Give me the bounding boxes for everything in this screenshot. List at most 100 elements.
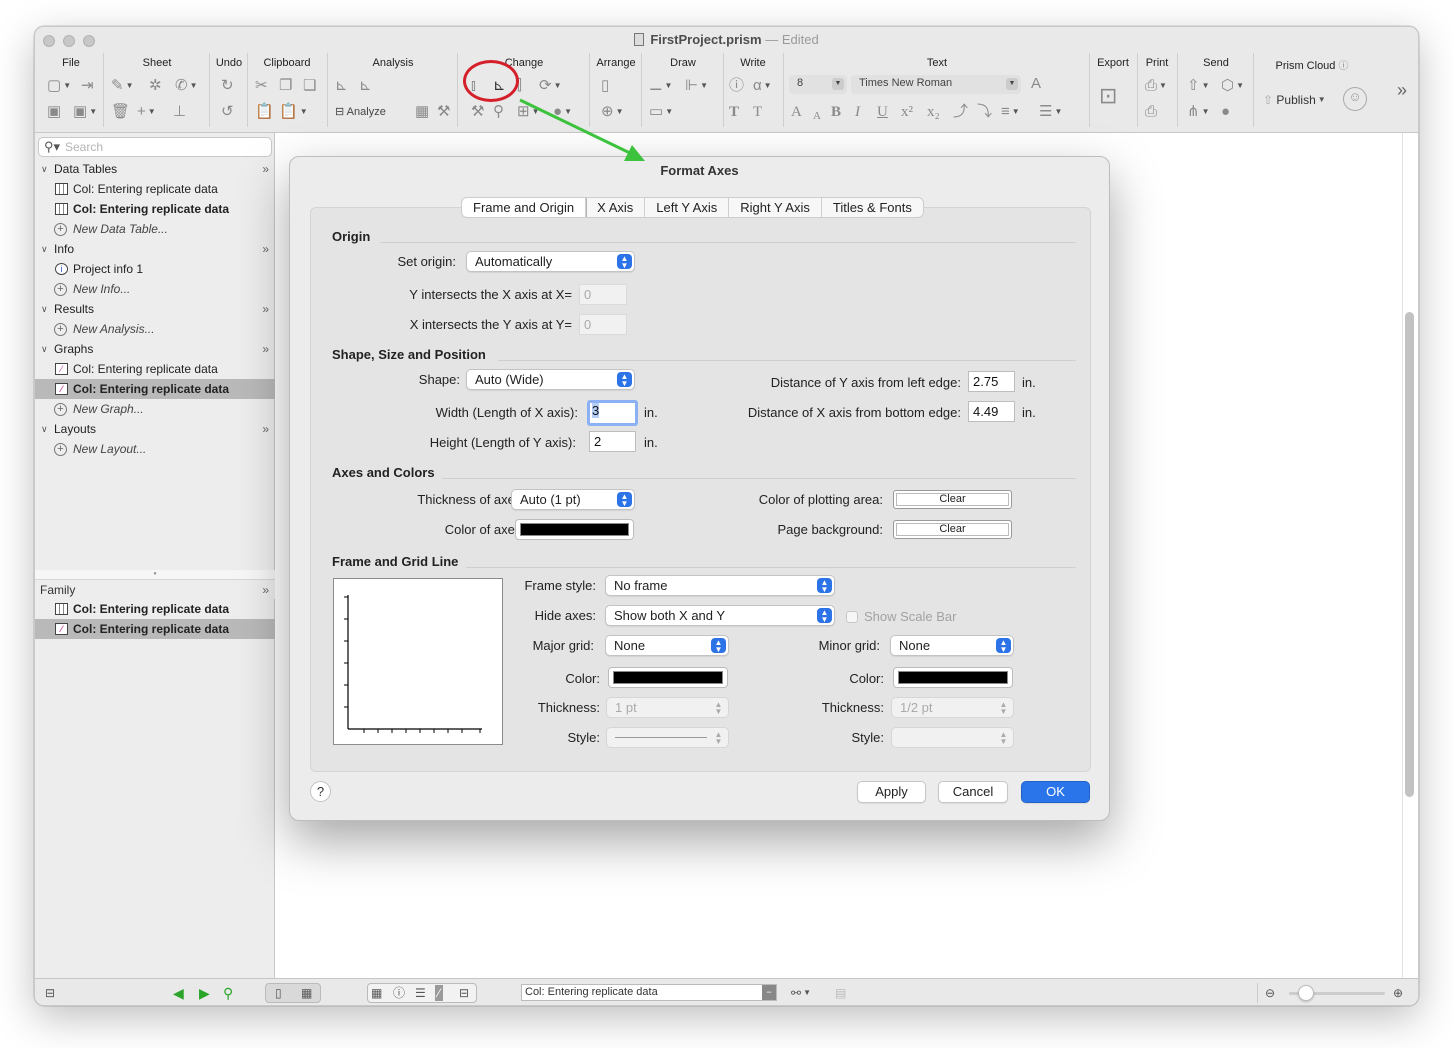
tab-x-axis[interactable]: X Axis — [586, 198, 646, 217]
font-name-select[interactable]: Times New Roman ▼ — [851, 75, 1021, 94]
linked-icon[interactable]: ● — [1221, 103, 1230, 121]
rectangle-icon[interactable]: ▭ ▼ — [649, 103, 673, 121]
pin-icon[interactable]: ✆ ▼ — [175, 77, 198, 95]
x-intersects-input[interactable]: 0 — [579, 314, 627, 335]
open-file-icon[interactable]: ⇥ — [81, 77, 94, 95]
line-spacing-icon[interactable]: ☰ ▼ — [1039, 103, 1062, 121]
bold-icon[interactable]: B — [831, 103, 841, 121]
dist-x-input[interactable]: 4.49 — [968, 401, 1015, 422]
go-to-sheet-icon[interactable]: ⚲ — [223, 985, 233, 1001]
publish-button[interactable]: ⇧ Publish ▼ — [1263, 91, 1326, 109]
table-icon[interactable]: ▦ — [415, 103, 429, 121]
toolbar-overflow-icon[interactable]: » — [1397, 81, 1407, 99]
axes-color-swatch[interactable] — [515, 519, 634, 540]
zoom-out-icon[interactable]: ⊖ — [1265, 985, 1275, 1001]
link-icon[interactable]: ⚯ ▼ — [791, 985, 811, 1001]
bracket-icon[interactable]: ⊩ ▼ — [685, 77, 708, 95]
redo-icon[interactable]: ↻ — [221, 77, 234, 95]
sidebar-item-graph-2[interactable]: ⁄ Col: Entering replicate data — [35, 379, 275, 399]
sidebar-item-info-1[interactable]: i Project info 1 — [35, 259, 275, 279]
hide-axes-select[interactable]: Show both X and Y ▲ ▼ — [605, 605, 835, 626]
undo-icon[interactable]: ↺ — [221, 103, 234, 121]
export-icon[interactable]: ⊡ — [1099, 85, 1117, 107]
package-icon[interactable]: ⬡ ▼ — [1221, 77, 1244, 95]
expand-icon[interactable]: » — [262, 419, 269, 439]
align-icon[interactable]: ⊕ ▼ — [601, 103, 624, 121]
expand-icon[interactable]: » — [262, 159, 269, 179]
sidebar-new-analysis[interactable]: + New Analysis... — [35, 319, 275, 339]
sidebar-item-data-table-1[interactable]: Col: Entering replicate data — [35, 179, 275, 199]
tab-left-y-axis[interactable]: Left Y Axis — [645, 198, 730, 217]
help-button[interactable]: ? — [310, 781, 331, 802]
expand-icon[interactable]: » — [262, 339, 269, 359]
height-input[interactable]: 2 — [589, 431, 636, 452]
sidebar-new-layout[interactable]: + New Layout... — [35, 439, 275, 459]
sidebar-new-data-table[interactable]: + New Data Table... — [35, 219, 275, 239]
format-data-icon[interactable]: ⚲ — [493, 103, 504, 121]
show-scale-bar-checkbox[interactable]: Show Scale Bar — [846, 609, 957, 624]
y-intersects-input[interactable]: 0 — [579, 284, 627, 305]
sidebar-splitter[interactable]: ● — [35, 570, 275, 579]
print-icon[interactable]: ⎙ ▼ — [1145, 77, 1167, 95]
delete-sheet-icon[interactable]: 🗑 — [111, 103, 130, 121]
font-size-select[interactable]: 8 ▼ — [789, 75, 847, 94]
new-file-icon[interactable]: ▢ ▼ — [47, 77, 71, 95]
align-text-icon[interactable]: ≡ ▼ — [1001, 103, 1020, 121]
refresh-icon[interactable]: ⟳ ▼ — [539, 77, 562, 95]
line-icon[interactable]: ⚊ ▼ — [649, 77, 672, 95]
tab-titles-fonts[interactable]: Titles & Fonts — [822, 198, 923, 217]
major-style-select[interactable]: ▲ ▼ — [606, 727, 729, 748]
analysis-chart2-icon[interactable]: ⊾ — [359, 77, 372, 95]
smaller-text-icon[interactable]: A — [813, 107, 821, 125]
share-icon[interactable]: ⇧ ▼ — [1187, 77, 1210, 95]
sidebar-toggle-icon[interactable]: ⊟ — [45, 985, 55, 1001]
vertical-scrollbar[interactable] — [1405, 312, 1414, 797]
network-icon[interactable]: ⋔ ▼ — [1187, 103, 1210, 121]
superscript-icon[interactable]: x² — [901, 103, 913, 121]
next-sheet-icon[interactable]: ▶ — [199, 985, 210, 1001]
data-sheet-icon[interactable]: ▦ — [371, 985, 382, 1001]
results-sheet-icon[interactable]: ☰ — [415, 985, 426, 1001]
info-text-icon[interactable]: ⓘ — [729, 77, 744, 95]
print-preview-icon[interactable]: ⎙ — [1145, 103, 1157, 121]
view-toggle[interactable] — [265, 983, 321, 1003]
new-sheet-icon[interactable]: ✎ ▼ — [111, 77, 134, 95]
sheet-settings-icon[interactable]: ✲ — [149, 77, 162, 95]
cancel-button[interactable]: Cancel — [938, 781, 1008, 803]
sheet-view-icon[interactable]: ▯ — [275, 985, 282, 1001]
expand-icon[interactable]: » — [262, 239, 269, 259]
account-avatar[interactable]: ☺ — [1343, 87, 1367, 111]
minor-grid-color-swatch[interactable] — [893, 667, 1013, 688]
copy-icon[interactable]: ❐ — [279, 77, 292, 95]
set-origin-select[interactable]: Automatically ▲ ▼ — [466, 251, 635, 272]
family-item-data-table[interactable]: Col: Entering replicate data — [35, 599, 275, 619]
thickness-of-axes-select[interactable]: Auto (1 pt) ▲ ▼ — [511, 489, 635, 510]
underline-icon[interactable]: U — [877, 103, 888, 121]
major-grid-select[interactable]: None ▲ ▼ — [605, 635, 729, 656]
paste-special-icon[interactable]: 📋 ▼ — [279, 103, 308, 121]
search-input[interactable]: ⚲▾ Search — [38, 137, 272, 157]
minor-thickness-select[interactable]: 1/2 pt ▲ ▼ — [891, 697, 1014, 718]
previous-sheet-icon[interactable]: ◀ — [173, 985, 184, 1001]
section-info[interactable]: ∨ Info» — [35, 239, 275, 259]
wand-icon[interactable]: ⚒ — [437, 103, 450, 121]
text-box-icon[interactable]: T — [753, 103, 762, 121]
page-background-button[interactable]: Clear — [893, 520, 1012, 539]
family-item-graph[interactable]: ⁄ Col: Entering replicate data — [35, 619, 275, 639]
zoom-slider-thumb[interactable] — [1298, 985, 1314, 1001]
sidebar-new-graph[interactable]: + New Graph... — [35, 399, 275, 419]
scale-icon[interactable]: ⊞ ▼ — [517, 103, 540, 121]
section-data-tables[interactable]: ∨ Data Tables» — [35, 159, 275, 179]
section-layouts[interactable]: ∨ Layouts» — [35, 419, 275, 439]
expand-icon[interactable]: » — [262, 299, 269, 319]
shape-select[interactable]: Auto (Wide) ▲ ▼ — [466, 369, 635, 390]
tab-frame-and-origin[interactable]: Frame and Origin — [462, 198, 587, 217]
info-sheet-icon[interactable]: ⓘ — [393, 985, 405, 1001]
symbol-icon[interactable]: α ▼ — [753, 77, 772, 95]
add-column-icon[interactable]: ⊥ — [173, 103, 186, 121]
expand-icon[interactable]: » — [262, 580, 269, 600]
color-icon[interactable]: ● ▼ — [553, 103, 572, 121]
ok-button[interactable]: OK — [1021, 781, 1090, 803]
larger-text-icon[interactable]: A — [791, 103, 802, 121]
layout-sheet-icon[interactable]: ⊟ — [459, 985, 469, 1001]
